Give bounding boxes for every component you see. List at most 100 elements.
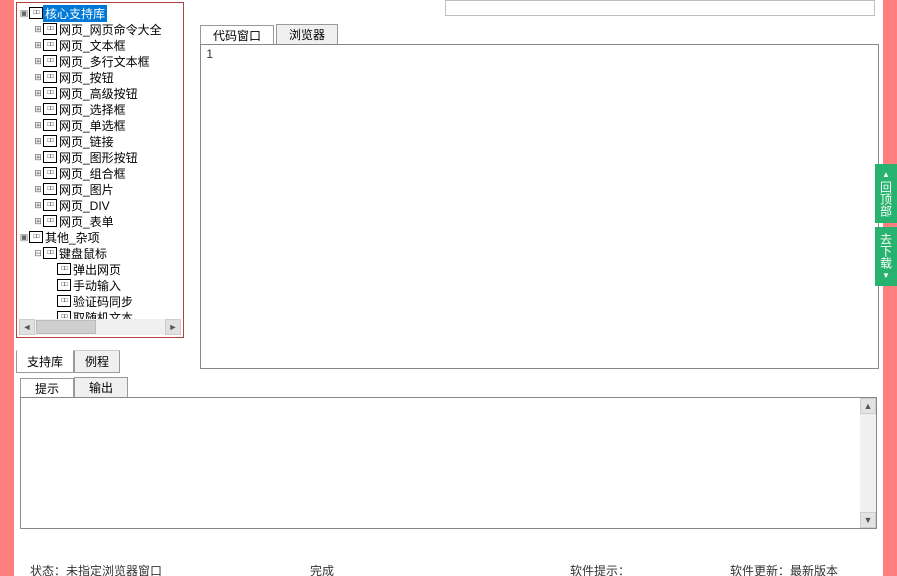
tree-label: 网页_组合框 bbox=[57, 165, 128, 182]
module-icon: □□ bbox=[43, 87, 57, 99]
expand-icon[interactable]: ⊞ bbox=[33, 217, 43, 226]
library-tabs: 支持库 例程 bbox=[16, 338, 184, 373]
tree-label: 验证码同步 bbox=[71, 293, 135, 310]
expand-icon[interactable]: ⊞ bbox=[33, 153, 43, 162]
status-update: 软件更新：最新版本 bbox=[722, 562, 875, 576]
module-icon: □□ bbox=[43, 39, 57, 51]
library-tree[interactable]: ▣□□核心支持库 ⊞□□网页_网页命令大全⊞□□网页_文本框⊞□□网页_多行文本… bbox=[16, 2, 184, 338]
tree-label: 网页_图片 bbox=[57, 181, 116, 198]
expand-icon[interactable]: ⊞ bbox=[33, 137, 43, 146]
tab-code-window[interactable]: 代码窗口 bbox=[200, 25, 274, 45]
output-tabs: 提示 输出 bbox=[14, 373, 883, 397]
tab-examples[interactable]: 例程 bbox=[74, 350, 120, 373]
module-icon: □□ bbox=[43, 199, 57, 211]
expand-icon[interactable]: ▣ bbox=[19, 233, 29, 242]
module-icon: □□ bbox=[43, 167, 57, 179]
tree-root-other[interactable]: ▣□□其他_杂项 bbox=[19, 229, 181, 245]
tree-node[interactable]: ⊞□□网页_选择框 bbox=[19, 101, 181, 117]
tree-horizontal-scrollbar[interactable]: ◄ ► bbox=[19, 319, 181, 335]
module-icon: □□ bbox=[43, 215, 57, 227]
tree-label: 网页_表单 bbox=[57, 213, 116, 230]
library-panel: ▣□□核心支持库 ⊞□□网页_网页命令大全⊞□□网页_文本框⊞□□网页_多行文本… bbox=[14, 0, 186, 373]
expand-icon[interactable]: ⊞ bbox=[33, 73, 43, 82]
expand-icon[interactable]: ⊟ bbox=[33, 249, 43, 258]
tree-node[interactable]: ⊞□□网页_高级按钮 bbox=[19, 85, 181, 101]
go-download-button[interactable]: 去下载▼ bbox=[875, 227, 897, 286]
tree-label: 取随机文本 bbox=[71, 309, 135, 320]
module-icon: □□ bbox=[43, 183, 57, 195]
tree-label: 网页_文本框 bbox=[57, 37, 128, 54]
tree-node[interactable]: ⊞□□网页_表单 bbox=[19, 213, 181, 229]
tree-node[interactable]: □□手动输入 bbox=[19, 277, 181, 293]
editor-panel: 代码窗口 浏览器 1 bbox=[186, 0, 883, 373]
tree-node[interactable]: ⊞□□网页_单选框 bbox=[19, 117, 181, 133]
tree-node[interactable]: □□验证码同步 bbox=[19, 293, 181, 309]
expand-icon[interactable]: ⊞ bbox=[33, 57, 43, 66]
tree-node[interactable]: ⊟□□键盘鼠标 bbox=[19, 245, 181, 261]
tree-node[interactable]: ⊞□□网页_网页命令大全 bbox=[19, 21, 181, 37]
tree-node[interactable]: ⊞□□网页_图形按钮 bbox=[19, 149, 181, 165]
tree-label: 网页_图形按钮 bbox=[57, 149, 140, 166]
tree-node[interactable]: □□弹出网页 bbox=[19, 261, 181, 277]
module-icon: □□ bbox=[43, 71, 57, 83]
code-editor[interactable]: 1 bbox=[200, 44, 879, 369]
status-tip: 软件提示： bbox=[562, 562, 722, 576]
expand-icon[interactable]: ⊞ bbox=[33, 25, 43, 34]
tree-root-core[interactable]: ▣□□核心支持库 bbox=[19, 5, 181, 21]
output-pane[interactable]: ▲ ▼ bbox=[20, 397, 877, 529]
library-icon: □□ bbox=[29, 231, 43, 243]
tree-label: 网页_多行文本框 bbox=[57, 53, 152, 70]
tree-label: 手动输入 bbox=[71, 277, 123, 294]
tree-node[interactable]: ⊞□□网页_多行文本框 bbox=[19, 53, 181, 69]
expand-icon[interactable]: ⊞ bbox=[33, 41, 43, 50]
tree-label: 网页_链接 bbox=[57, 133, 116, 150]
tree-node[interactable]: □□取随机文本 bbox=[19, 309, 181, 319]
expand-icon[interactable]: ⊞ bbox=[33, 185, 43, 194]
back-to-top-button[interactable]: ▲回顶部 bbox=[875, 164, 897, 223]
side-float-buttons: ▲回顶部 去下载▼ bbox=[875, 164, 897, 286]
module-icon: □□ bbox=[57, 279, 71, 291]
tree-node[interactable]: ⊞□□网页_组合框 bbox=[19, 165, 181, 181]
tab-hints[interactable]: 提示 bbox=[20, 378, 74, 398]
status-bar: 状态：未指定浏览器窗口 完成 软件提示： 软件更新：最新版本 bbox=[14, 562, 883, 576]
tree-label: 键盘鼠标 bbox=[57, 245, 109, 262]
tree-node[interactable]: ⊞□□网页_图片 bbox=[19, 181, 181, 197]
expand-icon[interactable]: ⊞ bbox=[33, 121, 43, 130]
tab-support-library[interactable]: 支持库 bbox=[16, 350, 74, 373]
scroll-down-icon[interactable]: ▼ bbox=[860, 512, 876, 528]
module-icon: □□ bbox=[43, 55, 57, 67]
tree-node[interactable]: ⊞□□网页_按钮 bbox=[19, 69, 181, 85]
tree-node[interactable]: ⊞□□网页_文本框 bbox=[19, 37, 181, 53]
expand-icon[interactable]: ⊞ bbox=[33, 169, 43, 178]
tree-label: 网页_高级按钮 bbox=[57, 85, 140, 102]
tab-output[interactable]: 输出 bbox=[74, 377, 128, 397]
module-icon: □□ bbox=[43, 23, 57, 35]
status-progress: 完成 bbox=[302, 562, 562, 576]
module-icon: □□ bbox=[57, 311, 71, 319]
expand-icon[interactable]: ⊞ bbox=[33, 201, 43, 210]
line-number: 1 bbox=[201, 45, 215, 368]
expand-icon[interactable]: ⊞ bbox=[33, 105, 43, 114]
scroll-left-icon[interactable]: ◄ bbox=[19, 319, 35, 335]
tree-label: 网页_选择框 bbox=[57, 101, 128, 118]
scroll-up-icon[interactable]: ▲ bbox=[860, 398, 876, 414]
status-text: 状态：未指定浏览器窗口 bbox=[22, 562, 302, 576]
tab-browser[interactable]: 浏览器 bbox=[276, 24, 338, 44]
module-icon: □□ bbox=[43, 151, 57, 163]
tree-label: 其他_杂项 bbox=[43, 229, 102, 246]
tree-label: 核心支持库 bbox=[43, 5, 107, 22]
library-icon: □□ bbox=[29, 7, 43, 19]
collapse-icon[interactable]: ▣ bbox=[19, 9, 29, 18]
tree-node[interactable]: ⊞□□网页_DIV bbox=[19, 197, 181, 213]
expand-icon[interactable]: ⊞ bbox=[33, 89, 43, 98]
output-vertical-scrollbar[interactable]: ▲ ▼ bbox=[860, 398, 876, 528]
module-icon: □□ bbox=[43, 247, 57, 259]
scroll-thumb[interactable] bbox=[36, 320, 96, 334]
chevron-down-icon: ▼ bbox=[882, 271, 890, 280]
tree-label: 网页_网页命令大全 bbox=[57, 21, 164, 38]
tree-label: 网页_按钮 bbox=[57, 69, 116, 86]
editor-tabs: 代码窗口 浏览器 bbox=[196, 22, 883, 44]
scroll-right-icon[interactable]: ► bbox=[165, 319, 181, 335]
tree-node[interactable]: ⊞□□网页_链接 bbox=[19, 133, 181, 149]
tree-label: 弹出网页 bbox=[71, 261, 123, 278]
